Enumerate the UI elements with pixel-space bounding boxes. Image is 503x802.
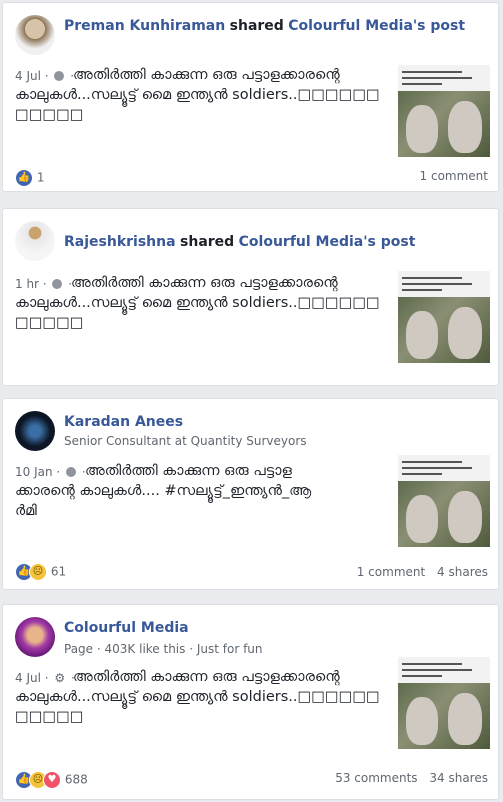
love-icon: ♥ xyxy=(43,771,61,789)
author-name[interactable]: Preman Kunhiraman xyxy=(64,18,225,34)
post-header: Preman Kunhiraman shared Colourful Media… xyxy=(64,17,465,35)
author-name[interactable]: Rajeshkrishna xyxy=(64,234,176,250)
post-header: Karadan Anees xyxy=(64,413,183,431)
author-name[interactable]: Colourful Media xyxy=(64,620,189,636)
post-image[interactable] xyxy=(398,455,490,547)
shared-source-link[interactable]: Colourful Media's post xyxy=(288,18,465,34)
post-text: അതിർത്തി കാക്കുന്ന ഒരു പട്ടാളക്കാരന്റെ ക… xyxy=(15,463,312,519)
post-image[interactable] xyxy=(398,271,490,363)
shares-link[interactable]: 4 shares xyxy=(437,565,488,579)
post-card: Rajeshkrishna shared Colourful Media's p… xyxy=(2,208,499,386)
author-subtitle: Senior Consultant at Quantity Surveyors xyxy=(64,434,307,448)
page-likes: 403K like this xyxy=(104,642,186,656)
reaction-count: 61 xyxy=(50,564,67,579)
shares-link[interactable]: 34 shares xyxy=(429,771,488,785)
page-category[interactable]: Just for fun xyxy=(197,642,263,656)
post-card: Preman Kunhiraman shared Colourful Media… xyxy=(2,2,499,192)
shared-text: shared xyxy=(180,234,235,250)
post-stats: 1 comment xyxy=(412,169,488,183)
post-stats: 53 comments 34 shares xyxy=(327,771,488,785)
post-text: അതിർത്തി കാക്കുന്ന ഒരു പട്ടാളക്കാരന്റെ ക… xyxy=(15,275,380,331)
reaction-count: 1 xyxy=(36,170,45,185)
shared-source-link[interactable]: Colourful Media's post xyxy=(239,234,416,250)
post-text: അതിർത്തി കാക്കുന്ന ഒരു പട്ടാളക്കാരന്റെ ക… xyxy=(15,669,380,725)
page-info: Page · 403K like this · Just for fun xyxy=(64,642,263,656)
post-text: അതിർത്തി കാക്കുന്ന ഒരു പട്ടാളക്കാരന്റെ ക… xyxy=(15,67,380,123)
post-header: Colourful Media xyxy=(64,619,189,637)
reaction-summary[interactable]: 👍 ☹ 61 xyxy=(15,563,66,581)
reaction-summary[interactable]: 👍 ☹ ♥ 688 xyxy=(15,771,88,789)
comments-link[interactable]: 1 comment xyxy=(420,169,488,183)
avatar[interactable] xyxy=(15,15,55,55)
post-image[interactable] xyxy=(398,65,490,157)
comments-link[interactable]: 53 comments xyxy=(335,771,417,785)
author-name[interactable]: Karadan Anees xyxy=(64,414,183,430)
reaction-count: 688 xyxy=(64,772,88,787)
post-card: Karadan Anees Senior Consultant at Quant… xyxy=(2,398,499,590)
page-label: Page xyxy=(64,642,94,656)
post-header: Rajeshkrishna shared Colourful Media's p… xyxy=(64,233,415,251)
avatar[interactable] xyxy=(15,221,55,261)
post-image[interactable] xyxy=(398,657,490,749)
like-icon: 👍 xyxy=(15,169,33,187)
sad-icon: ☹ xyxy=(29,563,47,581)
shared-text: shared xyxy=(229,18,284,34)
comments-link[interactable]: 1 comment xyxy=(357,565,425,579)
reaction-summary[interactable]: 👍 1 xyxy=(15,169,44,187)
avatar[interactable] xyxy=(15,617,55,657)
post-card: Colourful Media Page · 403K like this · … xyxy=(2,604,499,800)
post-stats: 1 comment 4 shares xyxy=(349,565,488,579)
avatar[interactable] xyxy=(15,411,55,451)
